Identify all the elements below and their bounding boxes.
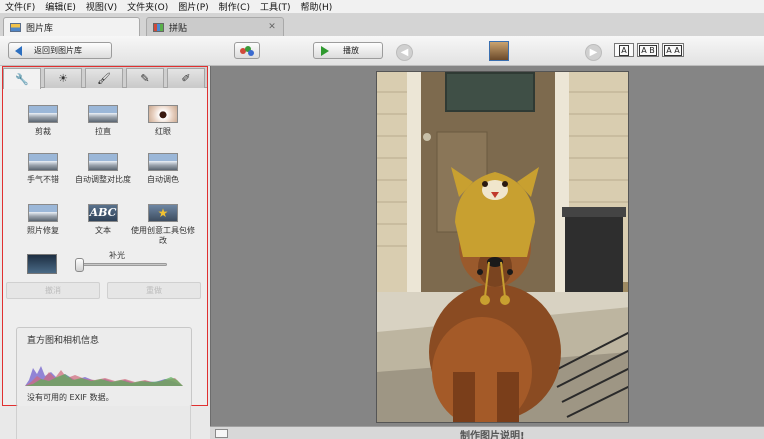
creative-kit-tool[interactable]: ★ 使用创意工具包修改 [131, 204, 195, 246]
view-single-button[interactable]: A [614, 43, 634, 57]
paint-tube-icon: ✎ [140, 72, 150, 85]
menu-help[interactable]: 帮助(H) [296, 0, 338, 13]
retouch-tool[interactable]: 照片修复 [15, 204, 71, 236]
menu-bar: 文件(F) 编辑(E) 视图(V) 文件夹(O) 图片(P) 制作(C) 工具(… [0, 0, 764, 14]
caption-bar: 制作图片说明! [210, 426, 764, 439]
brush-icon: 🖌 [97, 72, 111, 85]
make-caption-text[interactable]: 制作图片说明! [460, 427, 525, 439]
menu-edit[interactable]: 编辑(E) [40, 0, 81, 13]
fill-light-label: 补光 [109, 251, 125, 260]
previous-photo-button[interactable]: ◀ [396, 44, 413, 61]
edit-panel-footer [0, 406, 210, 439]
straighten-tool[interactable]: 拉直 [75, 105, 131, 137]
fill-light-slider-handle[interactable] [75, 258, 84, 272]
view-compare-button[interactable]: A B [637, 43, 659, 57]
effects-button[interactable] [234, 42, 260, 59]
feeling-lucky-tool[interactable]: 手气不错 [15, 153, 71, 185]
auto-contrast-icon [88, 153, 118, 171]
wrench-icon: 🔧 [15, 72, 29, 86]
tab-basic-fixes[interactable]: 🔧 [3, 68, 41, 89]
menu-view[interactable]: 视图(V) [81, 0, 122, 13]
tab-more-effects[interactable]: ✎ [126, 68, 164, 88]
creative-kit-icon: ★ [148, 204, 178, 222]
menu-folder[interactable]: 文件夹(O) [122, 0, 173, 13]
feeling-lucky-label: 手气不错 [27, 175, 59, 184]
dog-photo-image [377, 72, 628, 422]
next-photo-button[interactable]: ▶ [585, 44, 602, 61]
current-photo-thumbnail[interactable] [489, 41, 509, 61]
close-icon[interactable]: ✕ [267, 22, 277, 32]
edit-panel: 🔧 ☀ 🖌 ✎ ✐ 剪裁 拉直 红眼 手气不错 自动调整对比度 自动调色 照片修… [2, 66, 208, 407]
retouch-icon [28, 204, 58, 222]
tab-artistic[interactable]: ✐ [167, 68, 205, 88]
straighten-label: 拉直 [95, 127, 111, 136]
fill-light-icon [27, 254, 57, 274]
photo-view-area [210, 66, 764, 426]
toolbar: 返回到图片库 播放 ◀ ▶ A A B A A [0, 36, 764, 66]
collage-icon [153, 22, 164, 32]
sun-icon: ☀ [58, 72, 68, 85]
arrow-left-icon [15, 45, 22, 56]
auto-color-icon [148, 153, 178, 171]
histogram-title: 直方图和相机信息 [27, 336, 100, 346]
tab-library-label: 图片库 [26, 24, 54, 34]
exif-info-text: 没有可用的 EXIF 数据。 [27, 393, 114, 402]
view-compare-label: A B [639, 44, 657, 56]
red-eye-label: 红眼 [155, 127, 171, 136]
chevron-right-icon: ▶ [589, 47, 598, 58]
tab-bar: 图片库 拼贴 ✕ [0, 14, 764, 37]
footer-divider-right [190, 406, 191, 439]
undo-button[interactable]: 撤消 [6, 282, 100, 299]
view-before-after-button[interactable]: A A [662, 43, 684, 57]
view-mode-group: A A B A A [614, 43, 684, 57]
auto-contrast-tool[interactable]: 自动调整对比度 [75, 153, 131, 185]
auto-color-tool[interactable]: 自动调色 [135, 153, 191, 185]
play-icon [321, 45, 329, 56]
tab-effects[interactable]: 🖌 [85, 68, 123, 88]
play-label: 播放 [343, 46, 359, 55]
text-icon: ABC [88, 204, 118, 222]
red-eye-icon [148, 105, 178, 123]
menu-create[interactable]: 制作(C) [214, 0, 255, 13]
redo-button[interactable]: 重做 [107, 282, 201, 299]
straighten-icon [88, 105, 118, 123]
footer-divider-left [16, 406, 17, 439]
fill-light-slider[interactable] [75, 258, 167, 272]
view-before-after-label: A A [664, 44, 682, 56]
histogram-chart [25, 366, 183, 386]
play-slideshow-button[interactable]: 播放 [313, 42, 383, 59]
edit-panel-tabs: 🔧 ☀ 🖌 ✎ ✐ [3, 67, 207, 89]
chevron-left-icon: ◀ [400, 47, 409, 58]
menu-file[interactable]: 文件(F) [0, 0, 40, 13]
text-label: 文本 [95, 226, 111, 235]
histogram-panel: 直方图和相机信息 没有可用的 EXIF 数据。 [16, 327, 192, 407]
effects-icon [240, 45, 254, 56]
tab-collage[interactable]: 拼贴 ✕ [146, 17, 284, 36]
tab-library[interactable]: 图片库 [3, 17, 140, 37]
main-photo[interactable] [376, 71, 629, 423]
red-eye-tool[interactable]: 红眼 [135, 105, 191, 137]
back-to-library-label: 返回到图片库 [34, 46, 82, 55]
crop-tool[interactable]: 剪裁 [15, 105, 71, 137]
auto-color-label: 自动调色 [147, 175, 179, 184]
library-icon [10, 23, 21, 32]
tab-collage-label: 拼贴 [169, 23, 188, 34]
caption-toggle-icon[interactable] [215, 429, 228, 438]
auto-contrast-label: 自动调整对比度 [75, 175, 131, 184]
view-single-label: A [619, 44, 629, 56]
retouch-label: 照片修复 [27, 226, 59, 235]
tab-tuning[interactable]: ☀ [44, 68, 82, 88]
back-to-library-button[interactable]: 返回到图片库 [8, 42, 112, 59]
feeling-lucky-icon [28, 153, 58, 171]
paint-bucket-icon: ✐ [181, 72, 191, 85]
menu-picture[interactable]: 图片(P) [173, 0, 213, 13]
crop-icon [28, 105, 58, 123]
crop-label: 剪裁 [35, 127, 51, 136]
creative-kit-label: 使用创意工具包修改 [131, 226, 195, 245]
menu-tools[interactable]: 工具(T) [255, 0, 296, 13]
text-tool[interactable]: ABC 文本 [75, 204, 131, 236]
